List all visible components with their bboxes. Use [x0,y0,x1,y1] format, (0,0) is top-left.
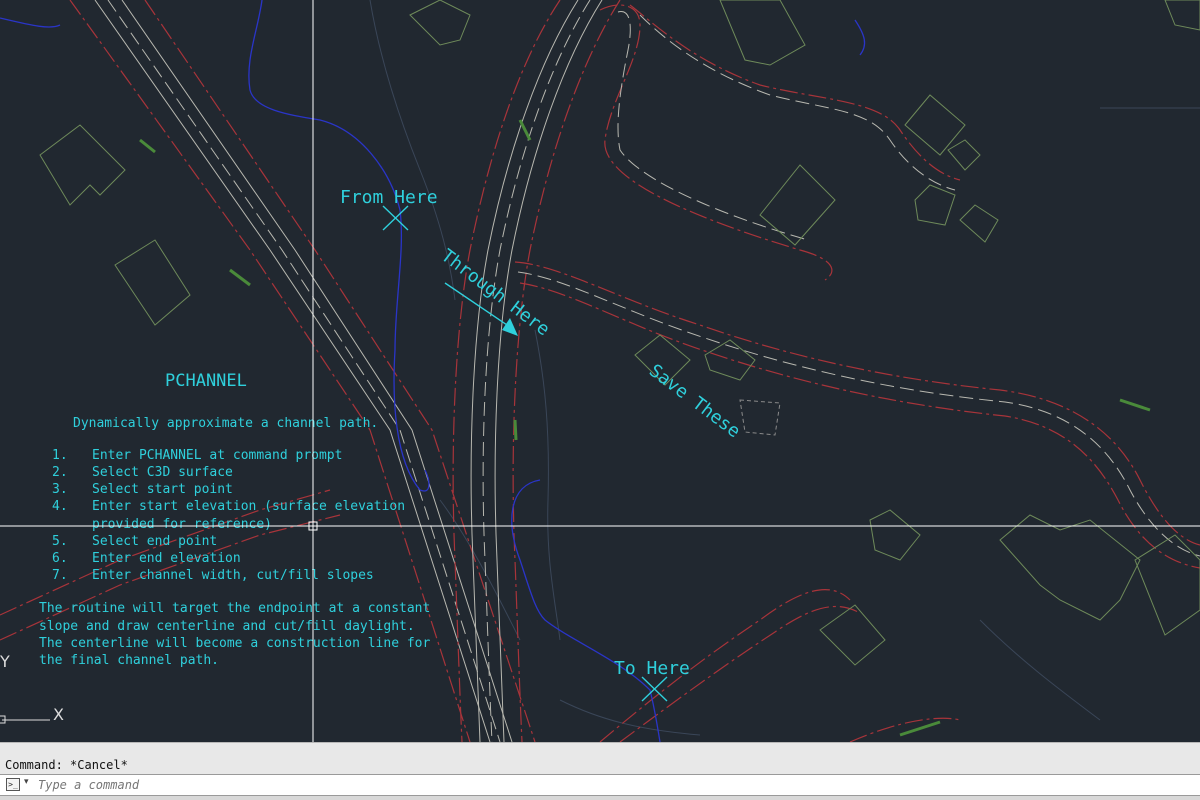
instruction-step-text: Enter end elevation [92,551,241,566]
instruction-step-number: 7. [52,568,68,583]
instruction-footer-line: slope and draw centerline and cut/fill d… [39,619,415,634]
instruction-step-text: Select end point [92,534,217,549]
instructions-block: PCHANNEL Dynamically approximate a chann… [39,371,431,668]
command-input[interactable] [38,776,1188,794]
instructions-footer: The routine will target the endpoint at … [39,601,431,668]
road-central [452,0,621,742]
instruction-step-text: provided for reference) [92,517,272,532]
instruction-step-number: 3. [52,482,68,497]
label-from-here: From Here [340,187,438,208]
instructions-steps: 1. Enter PCHANNEL at command prompt 2. Sele… [52,448,405,583]
contour-lines [369,0,1200,736]
command-history: Command: *Cancel* [0,742,1200,774]
instruction-step-number: 5. [52,534,68,549]
drawing-viewport[interactable]: X Y From Here To Here Through Here Save … [0,0,1200,742]
command-prompt-icon[interactable]: >_ [6,778,20,791]
command-history-text: Command: *Cancel* [5,758,128,772]
road-right [514,261,1200,569]
ucs-y-label: Y [0,652,10,671]
instructions-subtitle: Dynamically approximate a channel path. [73,416,378,431]
instruction-footer-line: The centerline will become a constructio… [39,636,431,651]
drawing-canvas[interactable]: X Y From Here To Here Through Here Save … [0,0,1200,742]
instruction-step-number: 4. [52,499,68,514]
ucs-x-label: X [53,705,64,724]
instruction-step-number: 6. [52,551,68,566]
label-save-these: Save These [645,360,744,442]
instruction-footer-line: the final channel path. [39,653,219,668]
instruction-step-text: Select C3D surface [92,465,233,480]
instructions-title: PCHANNEL [165,371,247,391]
label-to-here: To Here [614,658,690,679]
status-bar [0,796,1200,800]
instruction-step-text: Enter start elevation (surface elevation [92,499,405,514]
command-line[interactable]: >_ ▾ [0,774,1200,796]
instruction-step-number: 1. [52,448,68,463]
instruction-step-number: 2. [52,465,68,480]
instruction-footer-line: The routine will target the endpoint at … [39,601,430,616]
from-marker-icon [382,205,409,231]
instruction-step-text: Select start point [92,482,233,497]
road-top-loop [599,4,961,281]
instruction-step-text: Enter PCHANNEL at command prompt [92,448,342,463]
instruction-step-text: Enter channel width, cut/fill slopes [92,568,374,583]
chevron-down-icon[interactable]: ▾ [24,777,29,787]
